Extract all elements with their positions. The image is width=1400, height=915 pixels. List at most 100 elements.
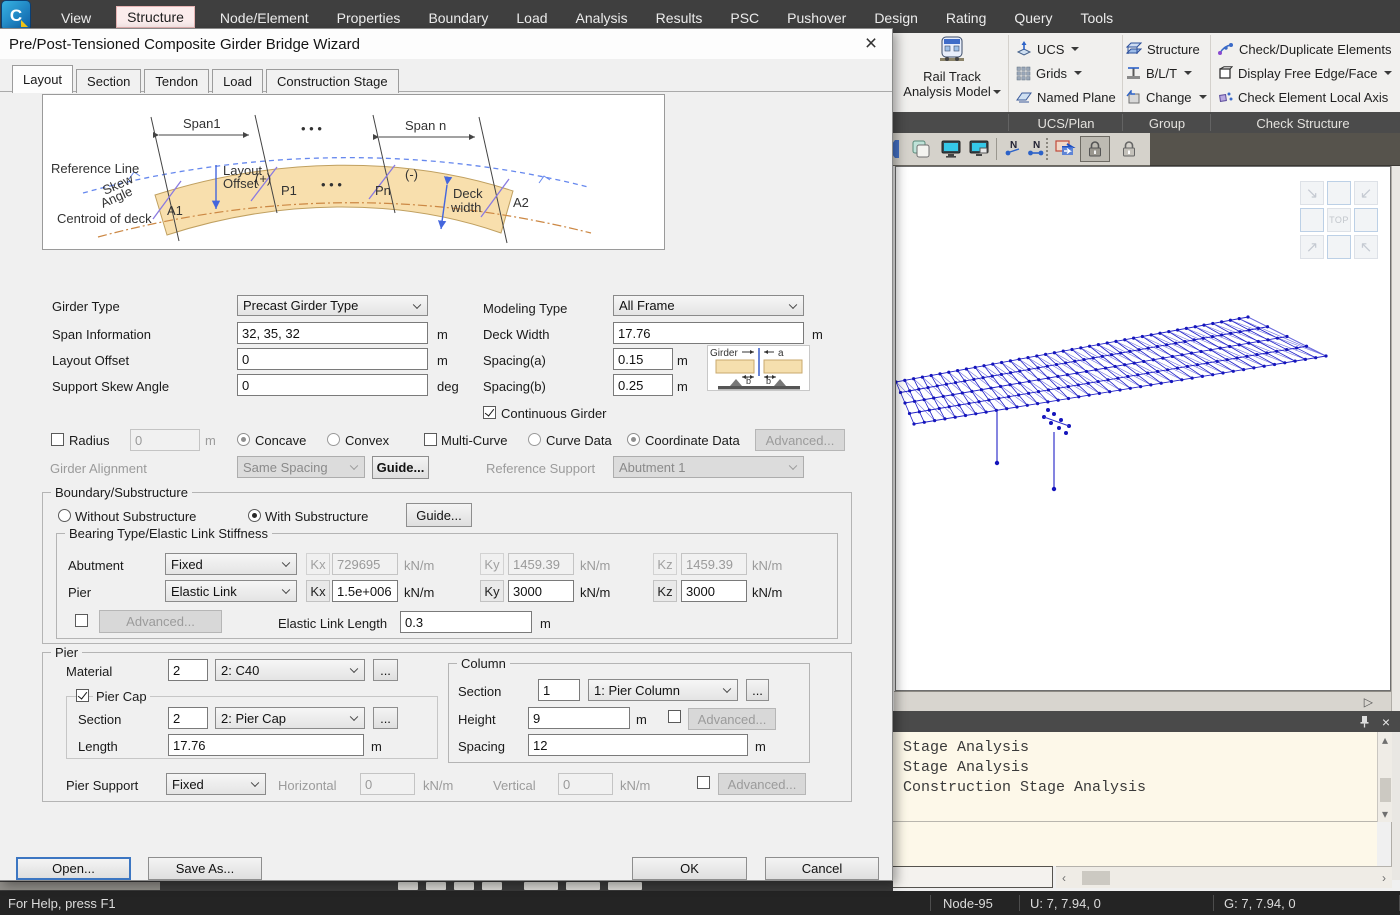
scrollbar-thumb[interactable] — [1380, 778, 1391, 802]
abutment-type-select[interactable]: Fixed — [165, 553, 297, 575]
scroll-down-icon[interactable]: ▾ — [1378, 808, 1392, 820]
curve-data-radio[interactable] — [528, 433, 541, 446]
menu-design[interactable]: Design — [871, 8, 921, 28]
elastic-link-length-input[interactable]: 0.3 — [400, 611, 532, 633]
menu-view[interactable]: View — [58, 8, 94, 28]
bearing-advanced-checkbox[interactable] — [75, 614, 88, 627]
pier-type-select[interactable]: Elastic Link — [165, 580, 297, 602]
display-option-window-icon[interactable] — [966, 136, 992, 162]
tab-layout[interactable]: Layout — [12, 65, 73, 93]
display-free-edge-button[interactable]: Display Free Edge/Face — [1218, 62, 1392, 84]
grids-button[interactable]: Grids — [1016, 62, 1082, 84]
output-vertical-scrollbar[interactable]: ▴ ▾ — [1377, 732, 1392, 822]
named-plane-button[interactable]: Named Plane — [1016, 86, 1116, 108]
output-horizontal-scrollbar[interactable]: ‹ › — [1056, 866, 1392, 888]
display-window-icon[interactable] — [938, 136, 964, 162]
reference-support-select[interactable]: Abutment 1 — [613, 456, 804, 478]
tab-section[interactable]: Section — [76, 69, 141, 93]
view-orientation-control[interactable]: ↘ ↙ TOP ↗ ↖ — [1300, 181, 1378, 259]
height-input[interactable]: 9 — [528, 707, 630, 729]
material-browse-button[interactable]: ... — [373, 659, 398, 681]
lock-active-icon[interactable] — [1080, 136, 1110, 162]
view-edge-icon[interactable] — [1327, 181, 1351, 205]
mdi-tab[interactable] — [454, 882, 474, 890]
lock-icon[interactable] — [1114, 136, 1144, 162]
display-settings-icon[interactable] — [1052, 136, 1078, 162]
substructure-guide-button[interactable]: Guide... — [406, 503, 472, 527]
column-section-number-input[interactable]: 1 — [538, 679, 580, 701]
mdi-tab[interactable] — [608, 882, 642, 890]
scroll-left-icon[interactable]: ‹ — [1062, 872, 1066, 884]
view-edge-icon[interactable] — [1300, 208, 1324, 232]
check-element-local-axis-button[interactable]: Check Element Local Axis — [1218, 86, 1388, 108]
view-corner-icon[interactable]: ↗ — [1300, 235, 1324, 259]
pier-support-advanced-button[interactable]: Advanced... — [718, 773, 806, 795]
close-panel-icon[interactable]: × — [1382, 715, 1390, 729]
with-substructure-radio[interactable] — [248, 509, 261, 522]
pier-cap-section-number-input[interactable]: 2 — [168, 707, 208, 729]
pier-support-select[interactable]: Fixed — [166, 773, 266, 795]
view-corner-icon[interactable]: ↘ — [1300, 181, 1324, 205]
radius-input[interactable]: 0 — [130, 429, 200, 451]
menu-results[interactable]: Results — [653, 8, 706, 28]
spacing-a-input[interactable]: 0.15 — [613, 348, 673, 370]
pier-kx-input[interactable]: 1.5e+006 — [332, 580, 398, 602]
modeling-type-select[interactable]: All Frame — [613, 295, 804, 316]
menu-pushover[interactable]: Pushover — [784, 8, 849, 28]
multi-curve-checkbox[interactable] — [424, 433, 437, 446]
tab-load[interactable]: Load — [212, 69, 263, 93]
ok-button[interactable]: OK — [632, 857, 747, 880]
open-button[interactable]: Open... — [16, 857, 131, 880]
scrollbar-thumb[interactable] — [1082, 871, 1110, 885]
spacing-b-input[interactable]: 0.25 — [613, 374, 673, 396]
view-top-label[interactable]: TOP — [1327, 208, 1351, 232]
vertical-input[interactable]: 0 — [558, 773, 613, 795]
ucs-button[interactable]: UCS — [1016, 38, 1079, 60]
pier-cap-length-input[interactable]: 17.76 — [168, 734, 364, 756]
save-as-button[interactable]: Save As... — [148, 857, 262, 880]
deck-width-input[interactable]: 17.76 — [613, 322, 804, 344]
material-select[interactable]: 2: C40 — [215, 659, 365, 681]
message-output-pane[interactable]: Stage Analysis Stage Analysis Constructi… — [893, 732, 1377, 822]
menu-analysis[interactable]: Analysis — [573, 8, 631, 28]
dialog-close-icon[interactable]: × — [858, 31, 884, 57]
alignment-guide-button[interactable]: Guide... — [372, 456, 429, 479]
menu-query[interactable]: Query — [1011, 8, 1055, 28]
mdi-tab[interactable] — [524, 882, 558, 890]
girder-type-select[interactable]: Precast Girder Type — [237, 295, 428, 316]
concave-radio[interactable] — [237, 433, 250, 446]
menu-load[interactable]: Load — [513, 8, 550, 28]
group-blt-button[interactable]: B/L/T — [1126, 62, 1192, 84]
menu-boundary[interactable]: Boundary — [425, 8, 491, 28]
view-edge-icon[interactable] — [1354, 208, 1378, 232]
column-section-browse-button[interactable]: ... — [746, 679, 769, 701]
mdi-tab[interactable] — [566, 882, 600, 890]
menu-structure[interactable]: Structure — [116, 6, 195, 28]
girder-alignment-select[interactable]: Same Spacing — [237, 456, 365, 478]
bearing-advanced-button[interactable]: Advanced... — [99, 610, 222, 633]
pier-support-advanced-checkbox[interactable] — [697, 776, 710, 789]
pier-cap-section-select[interactable]: 2: Pier Cap — [215, 707, 365, 729]
pier-kz-input[interactable]: 3000 — [681, 580, 747, 602]
abutment-kx-input[interactable]: 729695 — [332, 553, 398, 575]
view-corner-icon[interactable]: ↖ — [1354, 235, 1378, 259]
tab-tendon[interactable]: Tendon — [144, 69, 209, 93]
render-mode-icon[interactable] — [908, 136, 934, 162]
midas-app-icon[interactable]: C — [2, 1, 30, 30]
menu-properties[interactable]: Properties — [334, 8, 404, 28]
radius-checkbox[interactable] — [51, 433, 64, 446]
coordinate-data-radio[interactable] — [627, 433, 640, 446]
height-advanced-checkbox[interactable] — [668, 710, 681, 723]
abutment-ky-input[interactable]: 1459.39 — [508, 553, 574, 575]
menu-rating[interactable]: Rating — [943, 8, 989, 28]
view-corner-icon[interactable]: ↙ — [1354, 181, 1378, 205]
without-substructure-radio[interactable] — [58, 509, 71, 522]
material-number-input[interactable]: 2 — [168, 659, 208, 681]
column-spacing-input[interactable]: 12 — [528, 734, 748, 756]
support-skew-input[interactable]: 0 — [237, 374, 428, 396]
convex-radio[interactable] — [327, 433, 340, 446]
tab-construction-stage[interactable]: Construction Stage — [266, 69, 399, 93]
menu-psc[interactable]: PSC — [727, 8, 762, 28]
pier-cap-section-browse-button[interactable]: ... — [373, 707, 398, 729]
span-information-input[interactable]: 32, 35, 32 — [237, 322, 428, 344]
